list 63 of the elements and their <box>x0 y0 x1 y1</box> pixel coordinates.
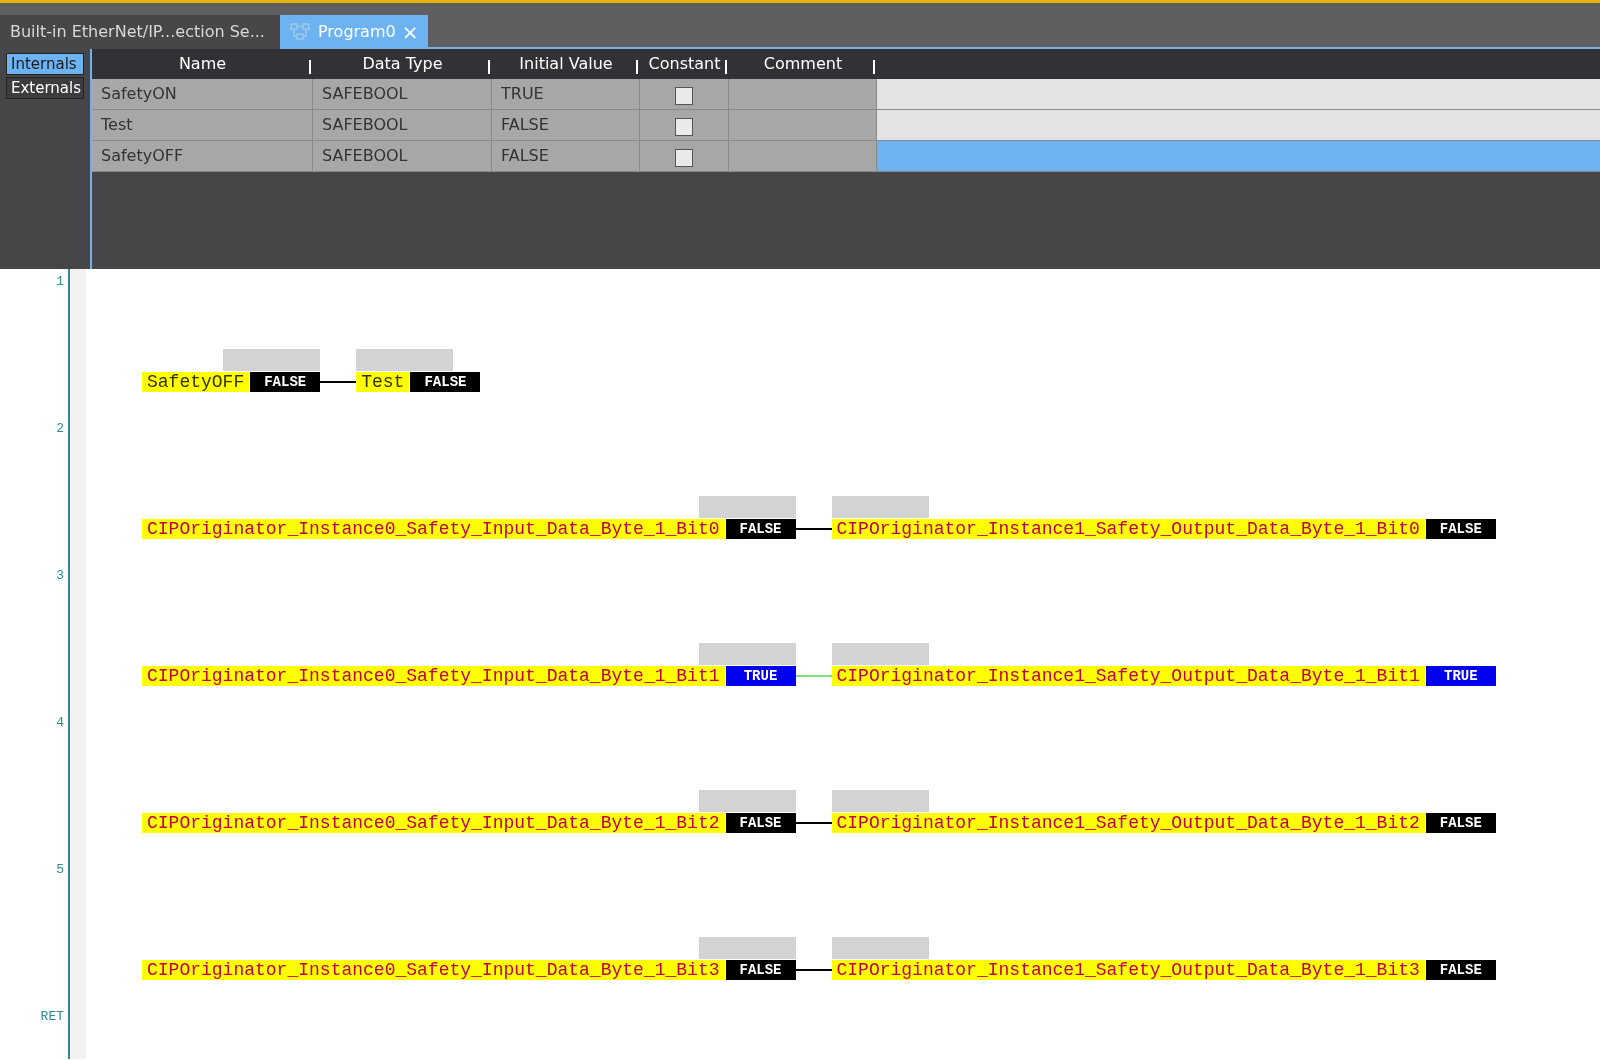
rung-end-label: RET <box>40 1008 64 1026</box>
row-selection[interactable] <box>877 141 1600 172</box>
rung-number: 4 <box>56 714 64 732</box>
table-cell: SafetyOFF <box>92 141 313 172</box>
rung-number: 2 <box>56 420 64 438</box>
monitor-value: TRUE <box>725 666 796 686</box>
comment-cell[interactable] <box>729 141 877 172</box>
variable-name[interactable]: Test <box>356 372 410 392</box>
column-header[interactable]: Data Type <box>313 52 492 76</box>
rung-number: 1 <box>56 273 64 291</box>
contact-comment-box[interactable] <box>698 643 796 665</box>
constant-checkbox[interactable] <box>675 149 693 167</box>
variable-name[interactable]: CIPOriginator_Instance1_Safety_Output_Data_Byte_1_Bit0 <box>831 519 1425 539</box>
variable-name[interactable]: CIPOriginator_Instance0_Safety_Input_Data_Byte_1_Bit2 <box>142 813 725 833</box>
variable-tab[interactable]: Externals <box>6 77 84 99</box>
variable-name[interactable]: CIPOriginator_Instance0_Safety_Input_Data_Byte_1_Bit1 <box>142 666 725 686</box>
rung-number: 5 <box>56 861 64 879</box>
table-cell: TRUE <box>492 79 640 110</box>
table-cell: SafetyON <box>92 79 313 110</box>
contact-comment-box[interactable] <box>223 349 321 371</box>
contact-comment-box[interactable] <box>356 349 454 371</box>
contact-comment-box[interactable] <box>698 790 796 812</box>
variable-name[interactable]: CIPOriginator_Instance1_Safety_Output_Data_Byte_1_Bit3 <box>831 960 1425 980</box>
row-selection[interactable] <box>877 79 1600 110</box>
contact-comment-box[interactable] <box>698 496 796 518</box>
row-selection[interactable] <box>877 110 1600 141</box>
monitor-value: FALSE <box>250 372 321 392</box>
table-cell: Test <box>92 110 313 141</box>
monitor-value: FALSE <box>725 519 796 539</box>
contact-comment-box[interactable] <box>831 643 929 665</box>
contact-comment-box[interactable] <box>831 790 929 812</box>
monitor-value: FALSE <box>1425 519 1496 539</box>
monitor-value: FALSE <box>410 372 481 392</box>
constant-checkbox[interactable] <box>675 118 693 136</box>
contact-comment-box[interactable] <box>698 937 796 959</box>
table-cell: SAFEBOOL <box>313 110 492 141</box>
variable-name[interactable]: SafetyOFF <box>142 372 250 392</box>
variable-tab[interactable]: Internals <box>6 53 84 75</box>
column-header[interactable]: Comment <box>729 52 877 76</box>
table-cell: SAFEBOOL <box>313 79 492 110</box>
rung-number: 3 <box>56 567 64 585</box>
monitor-value: TRUE <box>1425 666 1496 686</box>
column-header[interactable]: Name <box>92 52 313 76</box>
table-cell: SAFEBOOL <box>313 141 492 172</box>
monitor-value: FALSE <box>725 960 796 980</box>
variable-name[interactable]: CIPOriginator_Instance1_Safety_Output_Data_Byte_1_Bit1 <box>831 666 1425 686</box>
table-cell: FALSE <box>492 141 640 172</box>
comment-cell[interactable] <box>729 110 877 141</box>
document-tab[interactable]: Built-in EtherNet/IP...ection Se... <box>0 15 280 49</box>
column-header[interactable]: Initial Value <box>492 52 640 76</box>
contact-comment-box[interactable] <box>831 937 929 959</box>
variable-name[interactable]: CIPOriginator_Instance0_Safety_Input_Data_Byte_1_Bit3 <box>142 960 725 980</box>
ladder-icon <box>290 22 312 42</box>
monitor-value: FALSE <box>1425 960 1496 980</box>
table-cell: FALSE <box>492 110 640 141</box>
contact-comment-box[interactable] <box>831 496 929 518</box>
constant-checkbox[interactable] <box>675 87 693 105</box>
column-header[interactable]: Constant <box>640 52 729 76</box>
comment-cell[interactable] <box>729 79 877 110</box>
monitor-value: FALSE <box>1425 813 1496 833</box>
variable-name[interactable]: CIPOriginator_Instance1_Safety_Output_Data_Byte_1_Bit2 <box>831 813 1425 833</box>
monitor-value: FALSE <box>725 813 796 833</box>
variable-name[interactable]: CIPOriginator_Instance0_Safety_Input_Data_Byte_1_Bit0 <box>142 519 725 539</box>
